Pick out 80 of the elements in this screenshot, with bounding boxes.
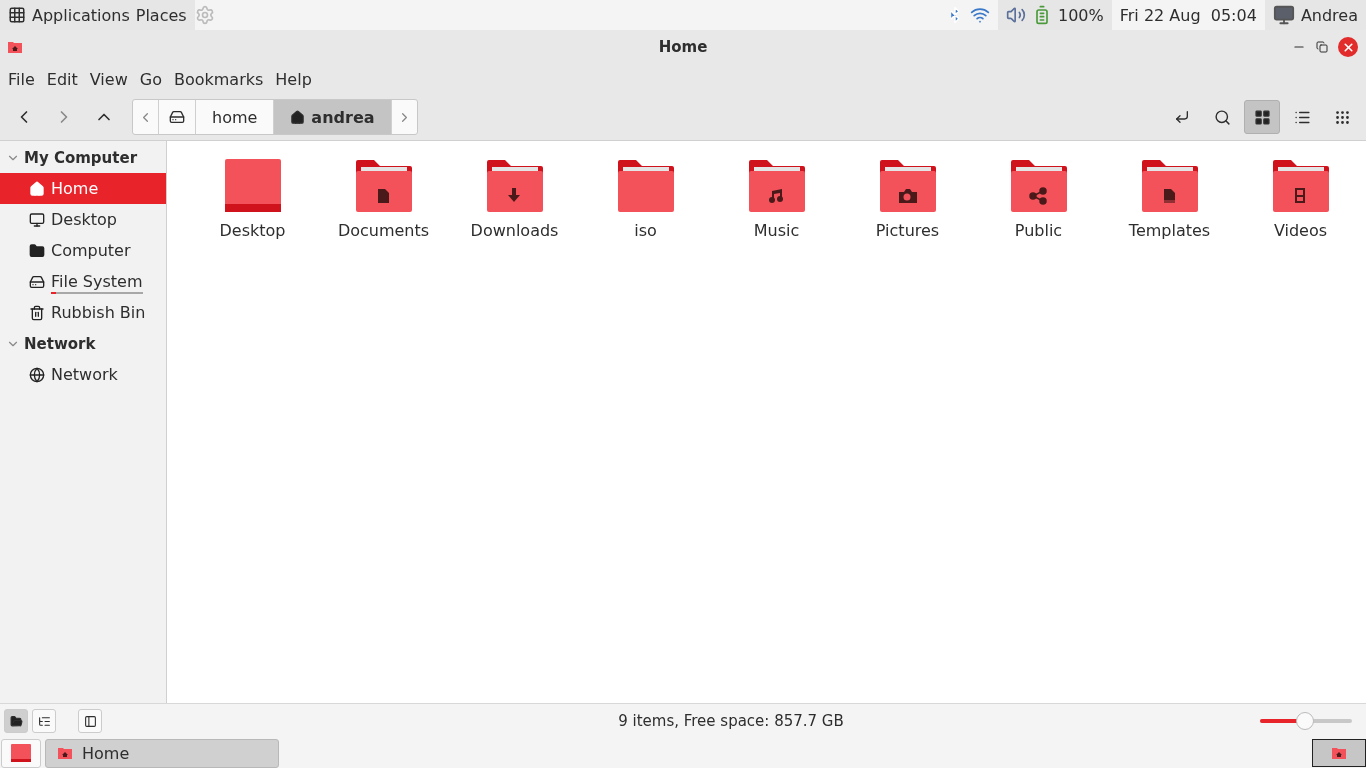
wifi-icon[interactable] — [970, 5, 990, 25]
monitor-icon — [29, 211, 45, 228]
clock[interactable]: Fri 22 Aug 05:04 — [1119, 5, 1257, 25]
icon-view-icon — [1253, 108, 1271, 126]
folder-icon — [616, 159, 675, 213]
file-name[interactable]: Music — [753, 221, 800, 240]
folder-icon — [1009, 159, 1068, 213]
sidebar-item[interactable]: Network — [0, 359, 166, 390]
sidebar-label: Home — [51, 179, 99, 198]
file-name[interactable]: iso — [634, 221, 657, 240]
home-icon — [29, 180, 45, 197]
window-title: Home — [658, 38, 708, 56]
drive-icon — [29, 273, 45, 290]
menu-item[interactable]: Bookmarks — [167, 69, 270, 89]
sidebar-label: Network — [51, 365, 118, 384]
pane-toggle-button[interactable] — [32, 709, 56, 733]
file-name[interactable]: Videos — [1273, 221, 1328, 240]
globe-icon — [29, 366, 45, 383]
compact-view-icon — [1333, 108, 1351, 126]
menu-item[interactable]: File — [2, 69, 41, 89]
home-icon — [290, 109, 306, 125]
folder-icon — [1140, 159, 1199, 213]
folder-icon — [58, 747, 72, 759]
return-arrow-icon — [1174, 109, 1190, 125]
view-mode-button[interactable] — [1244, 100, 1280, 134]
sidebar-item[interactable]: File System — [0, 266, 166, 297]
desktop-icon — [11, 744, 31, 762]
menu-item[interactable]: View — [83, 69, 134, 89]
battery-percent: 100% — [1058, 5, 1104, 25]
file-name[interactable]: Downloads — [470, 221, 559, 240]
tree-icon — [37, 714, 51, 728]
close-icon — [1341, 40, 1355, 54]
section-title: Network — [24, 334, 96, 353]
maximize-icon[interactable] — [1316, 41, 1328, 53]
folder-icon — [1332, 747, 1346, 759]
speaker-icon[interactable] — [1006, 5, 1026, 25]
desktop-folder-icon — [223, 159, 282, 213]
workspace-switcher[interactable] — [1312, 739, 1366, 767]
menu-item[interactable]: Go — [133, 69, 168, 89]
zoom-slider[interactable] — [1260, 712, 1352, 730]
sidebar-item[interactable]: Computer — [0, 235, 166, 266]
sidebar-item[interactable]: Desktop — [0, 204, 166, 235]
status-text: 9 items, Free space: 857.7 GB — [617, 712, 845, 730]
sidebar-label: Rubbish Bin — [51, 303, 146, 322]
applications-menu[interactable]: Applications — [32, 5, 130, 25]
folder-icon — [29, 242, 45, 259]
menu-item[interactable]: Edit — [40, 69, 84, 89]
file-name[interactable]: Pictures — [875, 221, 940, 240]
file-name[interactable]: Desktop — [219, 221, 286, 240]
sidebar-item[interactable]: Home — [0, 173, 166, 204]
sidebar-panel-icon — [83, 714, 97, 728]
breadcrumb-segment[interactable]: andrea — [274, 100, 392, 134]
drive-icon — [169, 109, 185, 125]
section-title: My Computer — [24, 148, 138, 167]
apps-grid-icon[interactable] — [8, 6, 26, 24]
sidebar-toggle-button[interactable] — [78, 709, 102, 733]
app-icon — [8, 41, 22, 53]
monitor-icon — [1272, 4, 1295, 26]
folder-icon — [354, 159, 413, 213]
folder-icon — [878, 159, 937, 213]
close-button[interactable] — [1338, 37, 1358, 57]
places-menu[interactable]: Places — [135, 5, 187, 25]
file-name[interactable]: Templates — [1128, 221, 1211, 240]
pane-toggle-button[interactable] — [4, 709, 28, 733]
file-name[interactable]: Public — [1014, 221, 1063, 240]
folder-icon — [1271, 159, 1330, 213]
menu-item[interactable]: Help — [269, 69, 318, 89]
sidebar-item[interactable]: Rubbish Bin — [0, 297, 166, 328]
folder-icon — [747, 159, 806, 213]
folder-icon — [9, 714, 23, 728]
search-icon — [1213, 108, 1231, 126]
file-name[interactable]: Documents — [337, 221, 430, 240]
folder-icon — [485, 159, 544, 213]
show-desktop-button[interactable] — [1, 738, 41, 768]
sidebar-label: Computer — [51, 241, 131, 260]
gear-icon — [194, 5, 215, 25]
taskbar-window-button[interactable]: Home — [45, 738, 279, 768]
trash-icon — [29, 304, 45, 321]
sidebar-label: Desktop — [51, 210, 117, 229]
sidebar-label: File System — [51, 272, 143, 291]
